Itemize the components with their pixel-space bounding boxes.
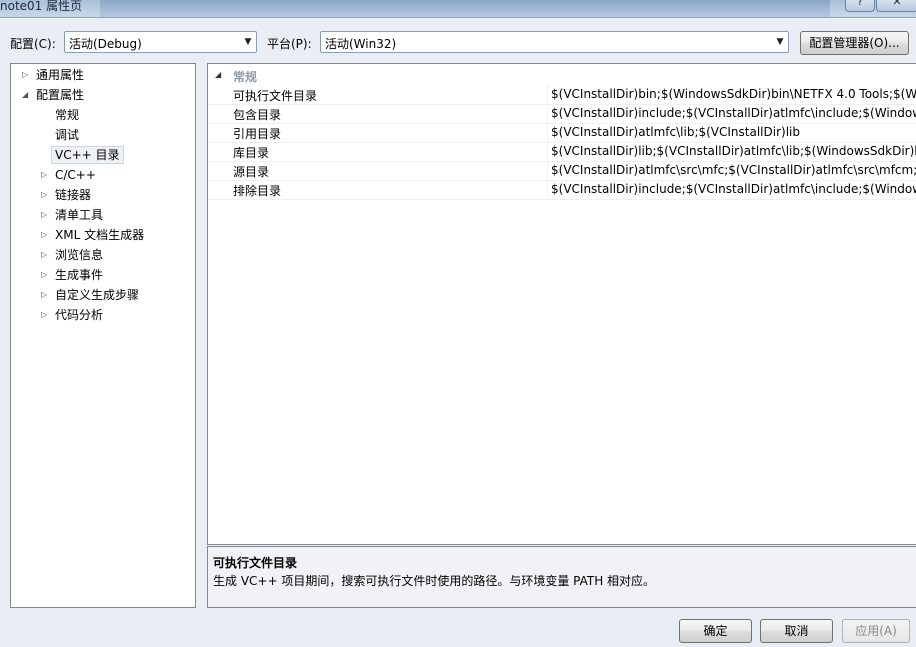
window-title: note01 属性页 bbox=[0, 0, 83, 13]
property-tree[interactable]: ▷ 通用属性 ◢ 配置属性 常规 调试 VC++ 目录 ▷ C/C++ ▷ 链接… bbox=[10, 63, 196, 608]
property-name: 引用目录 bbox=[233, 127, 282, 141]
column-divider bbox=[547, 104, 548, 123]
column-divider bbox=[547, 85, 548, 104]
column-divider bbox=[547, 180, 548, 199]
property-value[interactable]: $(VCInstallDir)atlmfc\lib;$(VCInstallDir… bbox=[551, 125, 916, 139]
property-value[interactable]: $(VCInstallDir)atlmfc\src\mfc;$(VCInstal… bbox=[551, 163, 916, 177]
property-name: 排除目录 bbox=[233, 184, 282, 198]
property-name: 源目录 bbox=[233, 165, 270, 179]
expand-arrow-icon[interactable]: ▷ bbox=[41, 166, 51, 184]
expand-arrow-icon[interactable]: ▷ bbox=[22, 66, 32, 84]
cancel-button[interactable]: 取消 bbox=[760, 619, 833, 643]
description-panel: 可执行文件目录 生成 VC++ 项目期间，搜索可执行文件时使用的路径。与环境变量… bbox=[207, 546, 916, 608]
collapse-arrow-icon[interactable]: ◢ bbox=[22, 86, 32, 104]
expand-arrow-icon[interactable]: ▷ bbox=[41, 186, 51, 204]
title-bar: note01 属性页 ? ✕ bbox=[0, 0, 916, 18]
platform-label: 平台(P): bbox=[267, 37, 312, 51]
property-value[interactable]: $(VCInstallDir)include;$(VCInstallDir)at… bbox=[551, 182, 916, 196]
property-name: 库目录 bbox=[233, 146, 270, 160]
expand-arrow-icon[interactable]: ▷ bbox=[41, 266, 51, 284]
grid-category-general[interactable]: ◢ 常规 bbox=[208, 67, 916, 85]
config-dropdown-value: 活动(Debug) bbox=[69, 37, 142, 51]
config-label: 配置(C): bbox=[10, 37, 56, 51]
chevron-down-icon[interactable]: ▼ bbox=[240, 32, 256, 52]
title-bar-glass bbox=[100, 0, 830, 17]
config-dropdown[interactable]: 活动(Debug) ▼ bbox=[64, 31, 257, 53]
expand-arrow-icon[interactable]: ▷ bbox=[41, 286, 51, 304]
expand-arrow-icon[interactable]: ▷ bbox=[41, 226, 51, 244]
property-row-library-dirs[interactable]: 库目录 $(VCInstallDir)lib;$(VCInstallDir)at… bbox=[208, 142, 916, 162]
platform-dropdown[interactable]: 活动(Win32) ▼ bbox=[320, 31, 789, 53]
column-divider bbox=[547, 123, 548, 142]
ok-button[interactable]: 确定 bbox=[679, 619, 752, 643]
property-row-reference-dirs[interactable]: 引用目录 $(VCInstallDir)atlmfc\lib;$(VCInsta… bbox=[208, 123, 916, 143]
expand-arrow-icon[interactable]: ▷ bbox=[41, 206, 51, 224]
collapse-arrow-icon[interactable]: ◢ bbox=[215, 70, 221, 79]
description-text: 生成 VC++ 项目期间，搜索可执行文件时使用的路径。与环境变量 PATH 相对… bbox=[213, 574, 656, 588]
expand-arrow-icon[interactable]: ▷ bbox=[41, 306, 51, 324]
help-button[interactable]: ? bbox=[845, 0, 875, 12]
expand-arrow-icon[interactable]: ▷ bbox=[41, 246, 51, 264]
column-divider bbox=[547, 142, 548, 161]
property-value[interactable]: $(VCInstallDir)include;$(VCInstallDir)at… bbox=[551, 106, 916, 120]
property-row-exclude-dirs[interactable]: 排除目录 $(VCInstallDir)include;$(VCInstallD… bbox=[208, 180, 916, 200]
property-value[interactable]: $(VCInstallDir)lib;$(VCInstallDir)atlmfc… bbox=[551, 144, 916, 158]
column-divider bbox=[547, 161, 548, 180]
property-row-source-dirs[interactable]: 源目录 $(VCInstallDir)atlmfc\src\mfc;$(VCIn… bbox=[208, 161, 916, 181]
property-name: 包含目录 bbox=[233, 108, 282, 122]
property-value[interactable]: $(VCInstallDir)bin;$(WindowsSdkDir)bin\N… bbox=[551, 87, 916, 101]
category-label: 常规 bbox=[233, 70, 258, 84]
chevron-down-icon[interactable]: ▼ bbox=[772, 32, 788, 52]
property-grid[interactable]: ◢ 常规 可执行文件目录 $(VCInstallDir)bin;$(Window… bbox=[207, 63, 916, 545]
close-button[interactable]: ✕ bbox=[876, 0, 916, 12]
config-manager-button[interactable]: 配置管理器(O)... bbox=[800, 31, 909, 55]
property-name: 可执行文件目录 bbox=[233, 89, 318, 103]
apply-button[interactable]: 应用(A) bbox=[842, 619, 910, 643]
description-title: 可执行文件目录 bbox=[213, 556, 298, 570]
platform-dropdown-value: 活动(Win32) bbox=[325, 37, 397, 51]
property-row-include-dirs[interactable]: 包含目录 $(VCInstallDir)include;$(VCInstallD… bbox=[208, 104, 916, 124]
property-row-executable-dirs[interactable]: 可执行文件目录 $(VCInstallDir)bin;$(WindowsSdkD… bbox=[208, 85, 916, 105]
